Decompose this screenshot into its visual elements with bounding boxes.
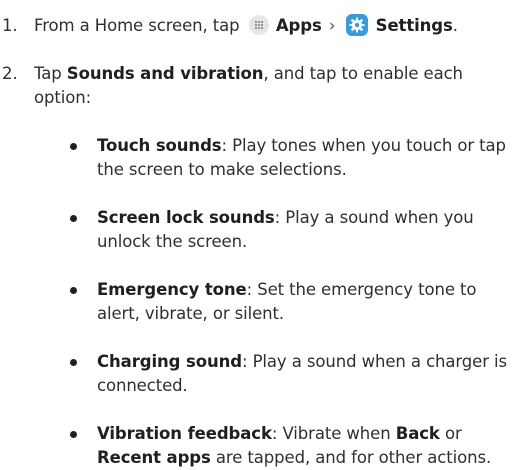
back-label: Back	[395, 424, 440, 443]
sounds-and-vibration-label: Sounds and vibration	[66, 64, 264, 83]
chevron-right-icon: ›	[328, 16, 336, 35]
apps-icon	[248, 15, 269, 35]
option-text: Charging sound: Play a sound when a char…	[97, 350, 523, 398]
bullet-icon	[70, 287, 77, 294]
option-title: Vibration feedback	[97, 424, 272, 443]
instructions-document: 1. From a Home screen, tap Apps › Settin…	[0, 0, 523, 470]
option-text: Vibration feedback: Vibrate when Back or…	[97, 422, 523, 470]
step-suffix: .	[452, 16, 458, 35]
bullet-icon	[70, 359, 77, 366]
settings-label: Settings	[375, 16, 453, 35]
step-prefix: Tap	[34, 64, 62, 83]
option-description: are tapped, and for other actions.	[215, 448, 492, 467]
option-title: Touch sounds	[97, 136, 222, 155]
bullet-icon	[70, 431, 77, 438]
option-text: Emergency tone: Set the emergency tone t…	[97, 278, 523, 326]
bullet-icon	[70, 143, 77, 150]
step-number: 2.	[2, 64, 18, 83]
step-text: From a Home screen, tap Apps › Settings.	[34, 14, 514, 38]
option-text: Screen lock sounds: Play a sound when yo…	[97, 206, 523, 254]
step-prefix: From a Home screen, tap	[34, 16, 240, 35]
bullet-icon	[70, 215, 77, 222]
apps-label: Apps	[275, 16, 322, 35]
option-title: Emergency tone	[97, 280, 247, 299]
option-title: Charging sound	[97, 352, 242, 371]
option-title: Screen lock sounds	[97, 208, 275, 227]
recent-apps-label: Recent apps	[97, 448, 211, 467]
option-text: Touch sounds: Play tones when you touch …	[97, 134, 523, 182]
step-number: 1.	[2, 16, 18, 35]
step-text: Tap Sounds and vibration, and tap to ena…	[34, 62, 514, 110]
option-description: or	[444, 424, 462, 443]
option-description: : Vibrate when	[271, 424, 391, 443]
settings-icon	[345, 14, 368, 36]
